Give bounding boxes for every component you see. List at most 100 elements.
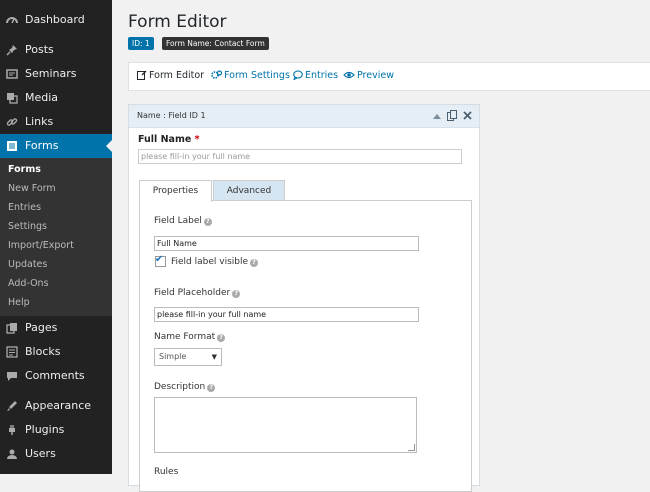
help-icon[interactable]: ? xyxy=(203,218,212,226)
label-visible-checkbox[interactable]: ✔ xyxy=(155,254,166,267)
pin-icon xyxy=(6,45,17,56)
properties-tab-body: Field Label? Full Name ✔ Field label vis… xyxy=(139,200,472,492)
page-title: Form Editor xyxy=(128,12,227,32)
menu-label-links: Links xyxy=(25,115,54,128)
gears-icon xyxy=(211,70,222,79)
help-icon[interactable]: ? xyxy=(207,384,216,392)
menu-item-posts[interactable]: Posts xyxy=(0,38,112,62)
link-icon xyxy=(6,118,18,126)
field-label-input[interactable]: Full Name xyxy=(154,236,419,251)
preview-label: Preview xyxy=(357,70,394,81)
submenu-new-form[interactable]: New Form xyxy=(0,179,112,198)
field-label-title-text: Field Label xyxy=(154,216,202,226)
field-header-label: Name : Field ID 1 xyxy=(137,111,206,120)
submenu-import-export[interactable]: Import/Export xyxy=(0,236,112,255)
checkmark-icon: ✔ xyxy=(155,254,164,265)
menu-label-forms: Forms xyxy=(25,139,59,152)
users-icon xyxy=(7,449,17,459)
form-id-badge: ID: 1 xyxy=(128,37,154,50)
pages-icon xyxy=(6,323,17,334)
placeholder-input[interactable]: please fill-in your full name xyxy=(154,307,419,322)
forms-submenu: Forms New Form Entries Settings Import/E… xyxy=(0,158,112,316)
name-format-title-text: Name Format xyxy=(154,332,216,342)
description-title: Description? xyxy=(154,382,216,392)
submenu-help[interactable]: Help xyxy=(0,293,112,312)
form-settings-label: Form Settings xyxy=(224,70,290,81)
blocks-icon xyxy=(6,346,18,358)
field-preview-label: Full Name * xyxy=(138,134,200,145)
description-textarea[interactable] xyxy=(154,397,417,453)
form-editor-label: Form Editor xyxy=(149,70,205,81)
menu-label-comments: Comments xyxy=(25,369,85,382)
description-title-text: Description xyxy=(154,382,206,392)
entries-link[interactable]: Entries xyxy=(293,70,338,81)
menu-label-blocks: Blocks xyxy=(25,345,61,358)
submenu-forms[interactable]: Forms xyxy=(0,160,112,179)
tab-advanced[interactable]: Advanced xyxy=(213,180,285,201)
submenu-add-ons[interactable]: Add-Ons xyxy=(0,274,112,293)
eye-icon xyxy=(343,71,355,79)
label-visible-text: Field label visible? xyxy=(171,257,259,267)
help-icon[interactable]: ? xyxy=(217,334,226,342)
menu-label-plugins: Plugins xyxy=(25,423,65,436)
form-settings-link[interactable]: Form Settings xyxy=(211,70,290,81)
menu-item-seminars[interactable]: Seminars xyxy=(0,62,112,86)
menu-label-dashboard: Dashboard xyxy=(25,13,85,26)
form-toolbar: Form Editor Form Settings Entries Previe… xyxy=(128,62,650,91)
menu-item-plugins[interactable]: Plugins xyxy=(0,418,112,442)
full-name-preview-input[interactable]: please fill-in your full name xyxy=(138,149,462,164)
dashboard-icon xyxy=(6,17,18,24)
menu-item-comments[interactable]: Comments xyxy=(0,364,112,388)
preview-link[interactable]: Preview xyxy=(343,70,394,81)
media-icon xyxy=(7,93,18,104)
comment-bubble-icon xyxy=(293,70,303,80)
menu-label-appearance: Appearance xyxy=(25,399,92,412)
entries-label: Entries xyxy=(305,70,339,81)
seminars-icon xyxy=(6,69,18,79)
edit-icon xyxy=(137,70,147,80)
name-format-title: Name Format? xyxy=(154,332,226,342)
tab-properties[interactable]: Properties xyxy=(139,180,212,202)
menu-item-users[interactable]: Users xyxy=(0,442,112,466)
field-panel: Name : Field ID 1 Full Name * please fil… xyxy=(128,104,480,492)
menu-item-forms[interactable]: Forms xyxy=(0,134,112,158)
menu-item-media[interactable]: Media xyxy=(0,86,112,110)
collapse-arrow-icon[interactable] xyxy=(433,113,441,119)
admin-sidebar: Dashboard Posts Seminars Media Links For… xyxy=(0,0,112,474)
forms-icon xyxy=(7,141,17,151)
field-preview-label-text: Full Name xyxy=(138,134,192,145)
resize-grip-icon[interactable] xyxy=(408,444,415,451)
menu-label-media: Media xyxy=(25,91,59,104)
menu-item-pages[interactable]: Pages xyxy=(0,316,112,340)
menu-item-dashboard[interactable]: Dashboard xyxy=(0,8,112,32)
help-icon[interactable]: ? xyxy=(232,290,241,298)
help-icon[interactable]: ? xyxy=(250,259,259,267)
submenu-entries[interactable]: Entries xyxy=(0,198,112,217)
plugin-icon xyxy=(9,425,15,435)
menu-label-pages: Pages xyxy=(25,321,58,334)
appearance-icon xyxy=(7,401,17,411)
menu-label-users: Users xyxy=(25,447,56,460)
menu-label-seminars: Seminars xyxy=(25,67,77,80)
submenu-settings[interactable]: Settings xyxy=(0,217,112,236)
required-asterisk: * xyxy=(194,134,200,145)
form-editor-link[interactable]: Form Editor xyxy=(137,70,204,81)
form-name-badge: Form Name: Contact Form xyxy=(162,37,269,50)
field-header: Name : Field ID 1 xyxy=(129,105,479,128)
field-label-title: Field Label? xyxy=(154,216,212,226)
placeholder-title-text: Field Placeholder xyxy=(154,288,231,298)
name-format-select[interactable]: Simple ▼ xyxy=(154,348,222,366)
menu-item-appearance[interactable]: Appearance xyxy=(0,394,112,418)
placeholder-title: Field Placeholder? xyxy=(154,288,241,298)
close-icon[interactable] xyxy=(463,111,472,120)
comment-icon xyxy=(7,372,17,381)
rules-title: Rules xyxy=(154,467,179,477)
duplicate-icon[interactable] xyxy=(447,110,457,121)
label-visible-text-value: Field label visible xyxy=(171,257,249,267)
chevron-down-icon: ▼ xyxy=(211,353,217,361)
menu-item-links[interactable]: Links xyxy=(0,110,112,134)
submenu-updates[interactable]: Updates xyxy=(0,255,112,274)
name-format-value: Simple xyxy=(159,352,187,361)
menu-label-posts: Posts xyxy=(25,43,54,56)
menu-item-blocks[interactable]: Blocks xyxy=(0,340,112,364)
